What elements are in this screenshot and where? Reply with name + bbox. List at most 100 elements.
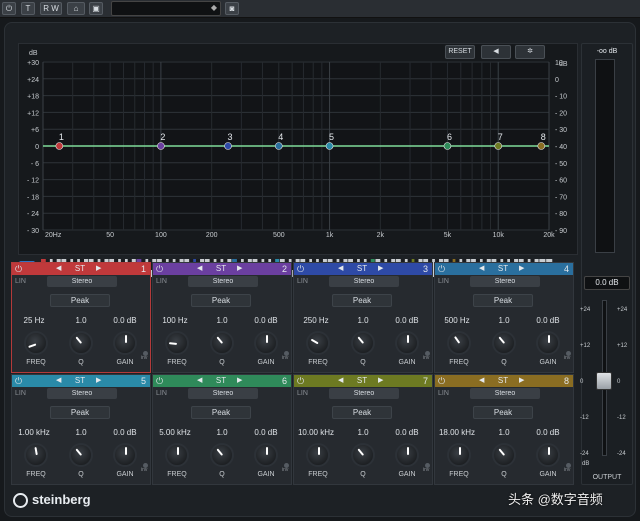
q-knob[interactable] [69, 331, 93, 355]
q-value[interactable]: 1.0 [484, 428, 524, 437]
lin-toggle[interactable]: LIN [15, 390, 26, 397]
gain-knob[interactable] [395, 331, 419, 355]
stereo-selector[interactable]: Stereo [188, 276, 258, 287]
stereo-selector[interactable]: Stereo [329, 388, 399, 399]
freq-value[interactable]: 250 Hz [296, 316, 336, 325]
preset-field[interactable]: ◆ [111, 1, 221, 16]
gain-value[interactable]: 0.0 dB [387, 316, 427, 325]
stereo-selector[interactable]: Stereo [470, 276, 540, 287]
freq-value[interactable]: 500 Hz [437, 316, 477, 325]
filter-type-dropdown[interactable]: Peak [332, 406, 392, 419]
eq-node-4[interactable] [274, 142, 283, 150]
freq-knob[interactable] [24, 443, 48, 467]
band-prev-arrow-icon[interactable]: ◀ [197, 375, 202, 387]
lin-toggle[interactable]: LIN [156, 278, 167, 285]
band-power-icon[interactable]: ⏻ [15, 375, 22, 387]
band-next-arrow-icon[interactable]: ▶ [519, 263, 524, 275]
q-knob[interactable] [69, 443, 93, 467]
band-power-icon[interactable]: ⏻ [297, 375, 304, 387]
filter-type-dropdown[interactable]: Peak [50, 406, 110, 419]
band-stereo-mode[interactable]: ST [351, 263, 373, 275]
filter-type-dropdown[interactable]: Peak [473, 294, 533, 307]
preset-arrow-icon[interactable]: ◆ [211, 3, 217, 12]
lin-toggle[interactable]: LIN [297, 390, 308, 397]
gain-knob[interactable] [254, 331, 278, 355]
filter-type-dropdown[interactable]: Peak [191, 406, 251, 419]
eq-graph[interactable]: +30 10 +24 0 +18- 10 +12- 20 +6- 30 0- 40- 6- 5… [18, 43, 578, 255]
band-prev-arrow-icon[interactable]: ◀ [479, 263, 484, 275]
settings-icon[interactable]: ⌂ [67, 2, 85, 15]
band-prev-arrow-icon[interactable]: ◀ [338, 375, 343, 387]
q-value[interactable]: 1.0 [484, 316, 524, 325]
band-stereo-mode[interactable]: ST [492, 263, 514, 275]
filter-type-dropdown[interactable]: Peak [332, 294, 392, 307]
freq-knob[interactable] [165, 331, 189, 355]
freq-value[interactable]: 100 Hz [155, 316, 195, 325]
band-stereo-mode[interactable]: ST [210, 263, 232, 275]
read-write-icon[interactable]: R W [40, 2, 62, 15]
band-prev-arrow-icon[interactable]: ◀ [197, 263, 202, 275]
band-prev-arrow-icon[interactable]: ◀ [56, 375, 61, 387]
freq-value[interactable]: 1.00 kHz [14, 428, 54, 437]
freq-value[interactable]: 5.00 kHz [155, 428, 195, 437]
band-power-icon[interactable]: ⏻ [15, 263, 22, 275]
band-next-arrow-icon[interactable]: ▶ [378, 263, 383, 275]
output-fader-handle[interactable] [596, 372, 612, 390]
gain-knob[interactable] [113, 443, 137, 467]
q-knob[interactable] [351, 331, 375, 355]
q-knob[interactable] [210, 443, 234, 467]
band-power-icon[interactable]: ⏻ [297, 263, 304, 275]
window-icon[interactable]: ▣ [89, 2, 103, 15]
q-value[interactable]: 1.0 [61, 316, 101, 325]
camera-icon[interactable]: ◙ [225, 2, 239, 15]
q-value[interactable]: 1.0 [343, 316, 383, 325]
band-power-icon[interactable]: ⏻ [438, 263, 445, 275]
eq-node-8[interactable] [537, 142, 546, 150]
stereo-selector[interactable]: Stereo [329, 276, 399, 287]
gain-knob[interactable] [254, 443, 278, 467]
gain-value[interactable]: 0.0 dB [246, 316, 286, 325]
eq-node-1[interactable] [55, 142, 64, 150]
q-value[interactable]: 1.0 [343, 428, 383, 437]
stereo-selector[interactable]: Stereo [47, 276, 117, 287]
filter-type-dropdown[interactable]: Peak [473, 406, 533, 419]
stereo-selector[interactable]: Stereo [470, 388, 540, 399]
freq-value[interactable]: 25 Hz [14, 316, 54, 325]
gain-value[interactable]: 0.0 dB [528, 428, 568, 437]
band-prev-arrow-icon[interactable]: ◀ [479, 375, 484, 387]
toggle-icon[interactable]: T [21, 2, 35, 15]
lin-toggle[interactable]: LIN [297, 278, 308, 285]
lin-toggle[interactable]: LIN [438, 390, 449, 397]
gain-knob[interactable] [395, 443, 419, 467]
q-value[interactable]: 1.0 [202, 428, 242, 437]
gain-knob[interactable] [536, 443, 560, 467]
band-power-icon[interactable]: ⏻ [156, 375, 163, 387]
freq-knob[interactable] [447, 443, 471, 467]
gain-knob[interactable] [113, 331, 137, 355]
eq-node-7[interactable] [494, 142, 503, 150]
q-knob[interactable] [492, 331, 516, 355]
band-next-arrow-icon[interactable]: ▶ [96, 375, 101, 387]
freq-knob[interactable] [306, 331, 330, 355]
q-knob[interactable] [351, 443, 375, 467]
speaker-icon[interactable]: ◀ [481, 45, 511, 59]
gear-icon[interactable]: ✲ [515, 45, 545, 59]
band-stereo-mode[interactable]: ST [492, 375, 514, 387]
band-stereo-mode[interactable]: ST [351, 375, 373, 387]
q-knob[interactable] [210, 331, 234, 355]
reset-button[interactable]: RESET [445, 45, 475, 59]
q-value[interactable]: 1.0 [61, 428, 101, 437]
freq-knob[interactable] [165, 443, 189, 467]
band-stereo-mode[interactable]: ST [69, 263, 91, 275]
lin-toggle[interactable]: LIN [156, 390, 167, 397]
eq-graph-svg[interactable]: +30 10+24 0+18- 10+12- 20+6- 300- 40- 6- 5… [19, 44, 579, 256]
stereo-selector[interactable]: Stereo [188, 388, 258, 399]
eq-node-6[interactable] [443, 142, 452, 150]
eq-node-2[interactable] [157, 142, 165, 150]
gain-knob[interactable] [536, 331, 560, 355]
filter-type-dropdown[interactable]: Peak [50, 294, 110, 307]
lin-toggle[interactable]: LIN [438, 278, 449, 285]
eq-node-5[interactable] [325, 142, 334, 150]
band-next-arrow-icon[interactable]: ▶ [237, 375, 242, 387]
band-next-arrow-icon[interactable]: ▶ [519, 375, 524, 387]
